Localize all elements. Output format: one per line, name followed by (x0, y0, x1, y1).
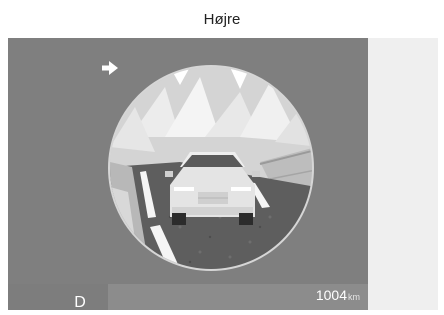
parking-scene-illustration (110, 67, 312, 269)
gear-indicator: D (74, 294, 86, 311)
odometer-value: 1004 (315, 287, 347, 303)
gear-indicator-box (8, 284, 108, 310)
surround-view-camera-image (108, 65, 314, 271)
instrument-cluster-display: D 1004km (8, 38, 438, 310)
right-blank-panel (368, 38, 438, 310)
odometer: 1004km (316, 288, 360, 304)
odometer-unit: km (348, 292, 360, 302)
cluster-screen: D 1004km (8, 38, 368, 310)
page-title: Højre (203, 10, 241, 28)
